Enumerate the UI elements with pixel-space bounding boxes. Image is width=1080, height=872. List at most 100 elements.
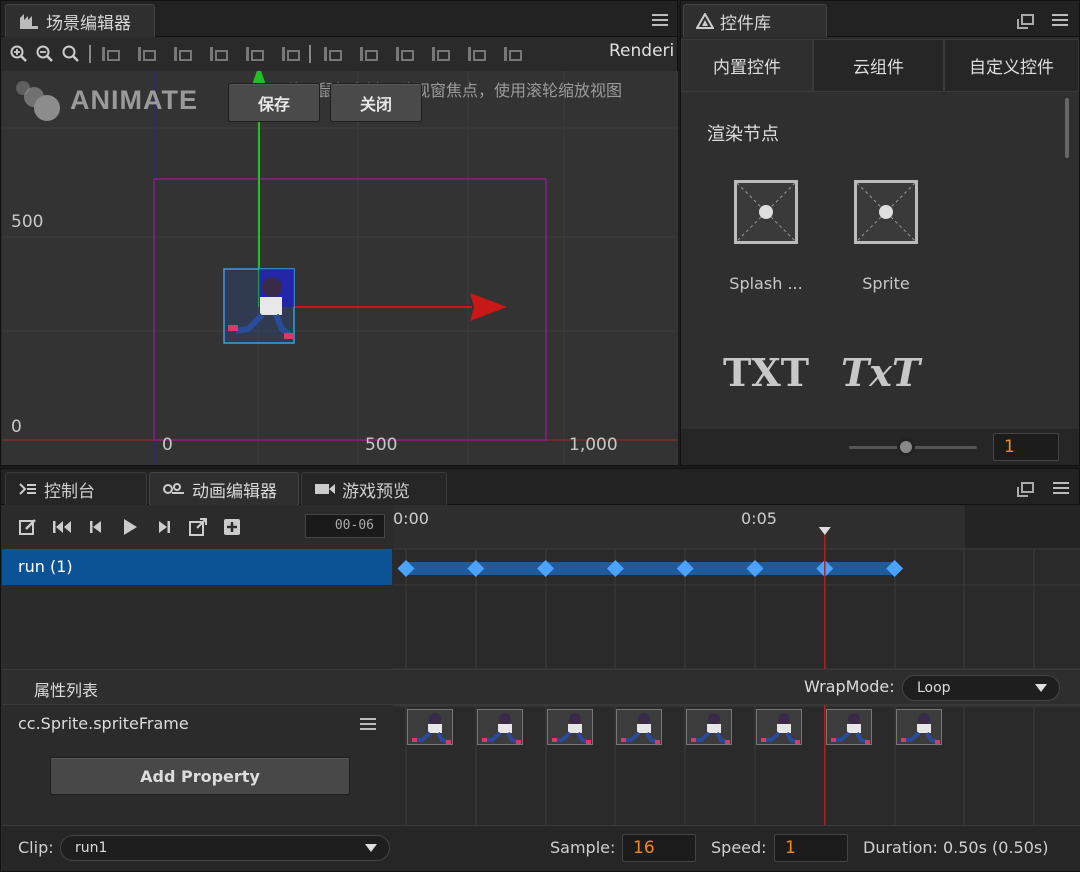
property-list-header: 属性列表 WrapMode: Loop <box>2 669 1080 705</box>
library-menu-icon[interactable] <box>1052 14 1068 26</box>
scene-editor-panel: 场景编辑器 Renderi 使用鼠标右键平移视窗焦点，使用滚轮缩放视图 ANIM… <box>0 0 678 466</box>
animation-icon <box>163 483 184 494</box>
tab-game-preview[interactable]: 游戏预览 <box>301 472 447 505</box>
align-right-icon[interactable] <box>169 42 193 66</box>
render-dropdown[interactable]: Renderi <box>609 41 677 61</box>
component-sprite[interactable]: Sprite <box>831 180 941 293</box>
sprite-frame-thumbnail[interactable] <box>896 709 942 745</box>
sprite-frame-thumbnail[interactable] <box>477 709 523 745</box>
component-label: Splash ... <box>729 274 803 293</box>
current-frame-field[interactable]: 00-06 <box>305 514 385 538</box>
zoom-in-icon[interactable] <box>7 42 31 66</box>
widget-library-panel: 控件库 内置控件 云组件 自定义控件 渲染节点 Splash ... Sprit… <box>680 0 1080 466</box>
align-left-icon[interactable] <box>97 42 121 66</box>
image-placeholder-icon <box>734 180 798 244</box>
component-splash[interactable]: Splash ... <box>711 180 821 293</box>
library-footer: 1 <box>681 429 1079 465</box>
node-list: run (1) <box>2 549 392 667</box>
play-icon[interactable] <box>117 514 143 540</box>
chevron-down-icon <box>365 844 377 852</box>
align-bottom-icon[interactable] <box>277 42 301 66</box>
icon-size-slider-thumb[interactable] <box>897 438 915 456</box>
tab-scene-editor[interactable]: 场景编辑器 <box>5 4 155 37</box>
tab-console[interactable]: 控制台 <box>5 472 147 505</box>
clip-value: run1 <box>75 840 108 856</box>
sprite-frame-thumbnail[interactable] <box>686 709 732 745</box>
distribute-bottom-icon[interactable] <box>391 42 415 66</box>
tab-cloud-components[interactable]: 云组件 <box>813 39 944 91</box>
align-vcenter-icon[interactable] <box>241 42 265 66</box>
distribute-left-icon[interactable] <box>427 42 451 66</box>
edit-mode-icon[interactable] <box>15 514 41 540</box>
speed-label: Speed: <box>711 838 767 857</box>
library-tab-title: 控件库 <box>720 13 771 34</box>
property-menu-icon[interactable] <box>360 718 376 730</box>
float-window-icon[interactable] <box>1017 14 1034 29</box>
save-button[interactable]: 保存 <box>228 83 320 122</box>
logo-mark <box>12 77 62 123</box>
scene-menu-icon[interactable] <box>652 14 668 26</box>
tab-builtin-widgets[interactable]: 内置控件 <box>681 39 813 91</box>
tab-animation-editor[interactable]: 动画编辑器 <box>149 472 299 505</box>
speed-input[interactable]: 1 <box>774 834 848 862</box>
axis-label-y-0: 0 <box>11 417 22 437</box>
library-icon <box>696 13 714 29</box>
wrapmode-label: WrapMode: <box>804 677 895 696</box>
toolbar-separator <box>89 45 91 63</box>
render-dropdown-label: Renderi <box>609 41 675 61</box>
clip-select[interactable]: run1 <box>60 835 390 861</box>
zoom-out-icon[interactable] <box>33 42 57 66</box>
library-tabbar: 控件库 <box>681 1 1079 37</box>
sprite-frame-thumbnail[interactable] <box>756 709 802 745</box>
align-hcenter-icon[interactable] <box>133 42 157 66</box>
axis-label-x-0: 0 <box>162 435 173 455</box>
distribute-top-icon[interactable] <box>319 42 343 66</box>
scene-tab-title: 场景编辑器 <box>46 13 131 34</box>
playhead-marker[interactable] <box>818 527 831 535</box>
sprite-frame-thumbnail[interactable] <box>616 709 662 745</box>
distribute-vcenter-icon[interactable] <box>355 42 379 66</box>
label-component-icon[interactable]: TXT <box>723 350 809 395</box>
wrapmode-select[interactable]: Loop <box>902 675 1060 701</box>
property-name[interactable]: cc.Sprite.spriteFrame <box>18 714 189 733</box>
section-title: 渲染节点 <box>707 124 779 145</box>
library-tabs: 内置控件 云组件 自定义控件 <box>681 39 1079 91</box>
toolbar-separator <box>309 45 311 63</box>
add-property-button[interactable]: Add Property <box>50 757 350 795</box>
animation-tab-label: 动画编辑器 <box>192 481 277 502</box>
zoom-reset-icon[interactable] <box>59 42 83 66</box>
sprite-frame-thumbnail[interactable] <box>826 709 872 745</box>
node-row-run[interactable]: run (1) <box>2 549 392 585</box>
align-top-icon[interactable] <box>205 42 229 66</box>
export-icon[interactable] <box>185 514 211 540</box>
sprite-frame-thumbnail[interactable] <box>547 709 593 745</box>
sprite-frame-thumbnail[interactable] <box>407 709 453 745</box>
duration-text: Duration: 0.50s (0.50s) <box>863 838 1049 857</box>
preview-tab-label: 游戏预览 <box>342 481 410 502</box>
component-label: Sprite <box>862 274 910 293</box>
distribute-hcenter-icon[interactable] <box>463 42 487 66</box>
float-window-icon[interactable] <box>1017 482 1034 497</box>
wrapmode-value: Loop <box>917 680 951 696</box>
tab-widget-library[interactable]: 控件库 <box>683 4 827 37</box>
close-button[interactable]: 关闭 <box>330 83 422 122</box>
axis-label-y-500: 500 <box>11 212 44 232</box>
richtext-component-icon[interactable]: TxT <box>841 350 920 395</box>
distribute-right-icon[interactable] <box>499 42 523 66</box>
add-event-icon[interactable] <box>219 514 245 540</box>
library-scrollbar[interactable] <box>1065 98 1069 158</box>
scene-grid <box>2 71 678 465</box>
icon-size-input[interactable]: 1 <box>993 433 1059 461</box>
console-tab-label: 控制台 <box>44 481 95 502</box>
scene-tabbar: 场景编辑器 <box>1 1 677 37</box>
jump-first-icon[interactable] <box>49 514 75 540</box>
sample-input[interactable]: 16 <box>622 834 696 862</box>
tab-custom-widgets[interactable]: 自定义控件 <box>944 39 1079 91</box>
scene-icon <box>20 14 38 29</box>
scene-viewport[interactable]: 使用鼠标右键平移视窗焦点，使用滚轮缩放视图 ANIMATE 保存 关闭 500 … <box>2 71 678 465</box>
prev-frame-icon[interactable] <box>83 514 109 540</box>
clip-label: Clip: <box>18 838 54 857</box>
next-frame-icon[interactable] <box>151 514 177 540</box>
property-row: cc.Sprite.spriteFrame Add Property <box>2 706 392 824</box>
animation-menu-icon[interactable] <box>1053 482 1069 494</box>
